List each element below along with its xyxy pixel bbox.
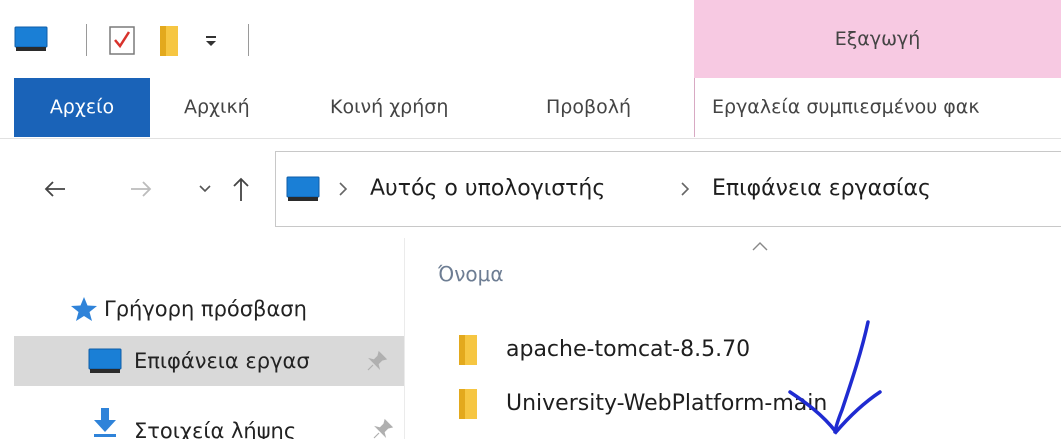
- recent-locations-button[interactable]: [188, 172, 222, 206]
- up-button[interactable]: [224, 172, 258, 206]
- tab-home[interactable]: Αρχική: [184, 78, 250, 137]
- recent-locations-icon: [199, 185, 211, 193]
- ribbon-separator: [694, 78, 695, 137]
- tab-compressed-folder-tools[interactable]: Εργαλεία συμπιεσμένου φακ: [712, 78, 980, 137]
- tab-view[interactable]: Προβολή: [546, 78, 631, 137]
- computer-icon[interactable]: [14, 26, 48, 52]
- navigation-bar: Αυτός ο υπολογιστής Επιφάνεια εργασίας: [0, 138, 1061, 238]
- nav-item-label: Γρήγορη πρόσβαση: [104, 297, 307, 321]
- breadcrumb-separator-icon[interactable]: [336, 178, 350, 200]
- star-icon: [71, 297, 97, 321]
- nav-item-downloads[interactable]: Στοιχεία λήψης: [14, 388, 404, 439]
- file-name: University-WebPlatform-main: [506, 391, 828, 416]
- contextual-tab-label: Εξαγωγή: [834, 28, 921, 50]
- file-list: Όνομα apache-tomcat-8.5.70 University-We…: [405, 238, 1061, 439]
- computer-icon: [286, 176, 320, 201]
- contextual-tab-extract[interactable]: Εξαγωγή: [694, 0, 1061, 78]
- back-button[interactable]: [38, 172, 72, 206]
- tab-file[interactable]: Αρχείο: [14, 78, 150, 137]
- forward-icon: [131, 181, 152, 197]
- customize-toolbar-dropdown-icon[interactable]: [204, 34, 218, 48]
- download-icon: [94, 408, 116, 437]
- pin-icon[interactable]: [372, 418, 394, 439]
- sort-ascending-icon: [752, 242, 768, 251]
- forward-button[interactable]: [124, 172, 158, 206]
- breadcrumb-desktop[interactable]: Επιφάνεια εργασίας: [712, 172, 931, 206]
- new-folder-icon[interactable]: [158, 24, 182, 58]
- file-name: apache-tomcat-8.5.70: [506, 337, 751, 362]
- nav-item-label: Επιφάνεια εργασ: [134, 349, 310, 373]
- pin-icon[interactable]: [366, 350, 388, 372]
- nav-item-quick-access[interactable]: Γρήγορη πρόσβαση: [14, 284, 404, 334]
- nav-item-label: Στοιχεία λήψης: [134, 419, 297, 439]
- navigation-pane: Γρήγορη πρόσβαση Επιφάνεια εργασ Στοιχεί…: [0, 238, 404, 439]
- up-icon: [233, 177, 249, 201]
- folder-icon: [459, 335, 477, 365]
- toolbar-separator: [86, 24, 87, 56]
- nav-item-desktop[interactable]: Επιφάνεια εργασ: [14, 336, 404, 386]
- breadcrumb-this-pc[interactable]: Αυτός ο υπολογιστής: [370, 172, 605, 206]
- file-row-apache-tomcat[interactable]: apache-tomcat-8.5.70: [438, 326, 1058, 374]
- desktop-icon: [88, 348, 122, 373]
- properties-check-icon[interactable]: [108, 24, 136, 56]
- tab-share[interactable]: Κοινή χρήση: [330, 78, 448, 137]
- breadcrumb-separator-icon[interactable]: [678, 178, 692, 200]
- address-bar[interactable]: Αυτός ο υπολογιστής Επιφάνεια εργασίας: [275, 151, 1061, 227]
- toolbar-separator: [248, 24, 249, 56]
- ribbon-tabs: Αρχείο Αρχική Κοινή χρήση Προβολή Εργαλε…: [0, 78, 1061, 139]
- folder-icon: [459, 389, 477, 419]
- back-icon: [44, 181, 65, 197]
- file-row-university-webplatform[interactable]: University-WebPlatform-main: [438, 380, 1058, 428]
- column-header-name[interactable]: Όνομα: [438, 254, 504, 294]
